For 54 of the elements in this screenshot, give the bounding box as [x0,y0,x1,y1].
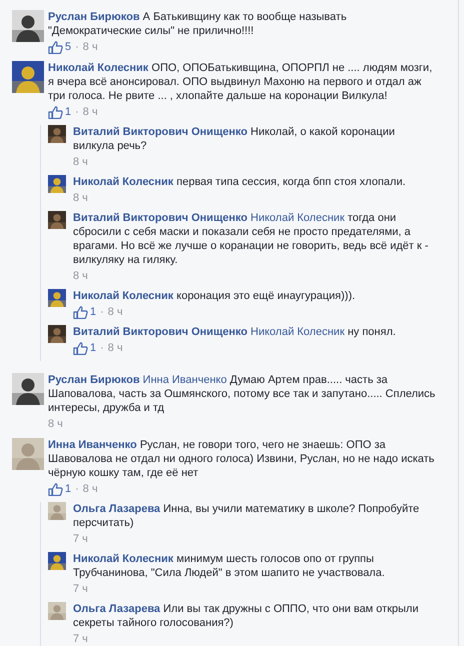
timestamp[interactable]: 8 ч [73,192,88,204]
timestamp[interactable]: 7 ч [73,633,88,645]
author-link[interactable]: Николай Колесник [73,176,174,188]
author-link[interactable]: Руслан Бирюков [48,374,140,386]
mention-link[interactable]: Николай Колесник [250,326,345,338]
comment-text: Руслан Бирюков А Батькивщину как то вообще называть "Демократические силы" не прилично!!!! [48,10,348,38]
timestamp[interactable]: 8 ч [108,342,123,354]
separator-dot: · [75,483,79,495]
timestamp[interactable]: 7 ч [73,533,88,545]
thumbs-up-icon [73,342,88,354]
author-link[interactable]: Николай Колесник [48,62,148,74]
author-link[interactable]: Виталий Викторович Онищенко [73,326,248,338]
author-link[interactable]: Ольга Лазарева [73,603,160,615]
thumbs-up-icon [48,482,63,496]
mention-link[interactable]: Николай Колесник [250,212,345,224]
timestamp[interactable]: 7 ч [73,583,88,595]
author-link[interactable]: Виталий Викторович Онищенко [73,126,248,138]
mention-link[interactable]: Инна Иванченко [142,374,227,386]
comment-text: Руслан Бирюков Инна Иванченко Думаю Артем прав..... часть за Шаповалова, часть за Ошмянского, потому все так и запутано..... Сплелись интересы, дружба и тд [48,373,436,415]
like-count[interactable]: 1 [48,106,72,118]
author-link[interactable]: Руслан Бирюков [48,11,140,23]
separator-dot: · [75,106,79,118]
like-count[interactable]: 1 [73,306,96,318]
timestamp[interactable]: 8 ч [108,306,123,318]
thumbs-up-icon [48,106,63,118]
timestamp[interactable]: 8 ч [48,418,63,430]
comment-text: Николай Колесник минимум шесть голосов опо от группы Трубчанинова, "Сила Людей" в этом шапито не участвовала. [73,552,386,580]
author-link[interactable]: Инна Иванченко [48,439,137,451]
author-link[interactable]: Ольга Лазарева [73,503,160,515]
comment-text: Николай Колесник коронация это ещё инаугурация))). [73,289,356,303]
timestamp[interactable]: 8 ч [82,41,98,53]
separator-dot: · [100,342,104,354]
thumbs-up-icon [48,40,63,54]
comment-text: Инна Иванченко Руслан, не говори того, чего не знаешь: ОПО за Шавовалова не отдал ни одного голоса) Извини, Руслан, но не надо искать чёрную кошку там, где её нет [48,438,436,480]
comment-text: Ольга Лазарева Инна, вы учили математику в школе? Попробуйте персчитать) [73,502,420,530]
timestamp[interactable]: 8 ч [73,156,88,168]
timestamp[interactable]: 8 ч [82,483,98,495]
comment-text: Виталий Викторович Онищенко Николай Колесник тогда они сбросили с себя маски и показали себя не просто предателями, а врагами. Но всё же лучше о коранации не говорить, ведь всё идёт к - вилкуляку на гиляку. [73,211,429,267]
timestamp[interactable]: 8 ч [73,270,88,282]
comment-text: Виталий Викторович Онищенко Николай Колесник ну понял. [73,325,397,339]
like-count[interactable]: 1 [73,342,96,354]
like-count[interactable]: 1 [48,482,72,496]
comment-text: Николай Колесник ОПО, ОПОБатькивщина, ОПОРПЛ не .... людям мозги, я вчера всё анонсировал. ОПО выдвинул Махоню на первого и отдал аж три голоса. Не рвите ... , хлопайте дальше на коронации Вилкула! [48,61,434,103]
comment-text: Николай Колесник первая типа сессия, когда бпп стоя хлопали. [73,175,407,189]
separator-dot: · [100,306,104,318]
author-link[interactable]: Виталий Викторович Онищенко [73,212,248,224]
author-link[interactable]: Николай Колесник [73,553,174,565]
author-link[interactable]: Николай Колесник [73,290,174,302]
like-count[interactable]: 5 [48,40,72,54]
comment-text: Ольга Лазарева Или вы так дружны с ОППО, что они вам открыли секреты тайного голосования?) [73,602,420,630]
timestamp[interactable]: 8 ч [82,106,98,118]
comment-text: Виталий Викторович Онищенко Николай, о какой коронации вилкула речь? [73,125,396,153]
separator-dot: · [75,41,79,53]
thumbs-up-icon [73,306,88,318]
